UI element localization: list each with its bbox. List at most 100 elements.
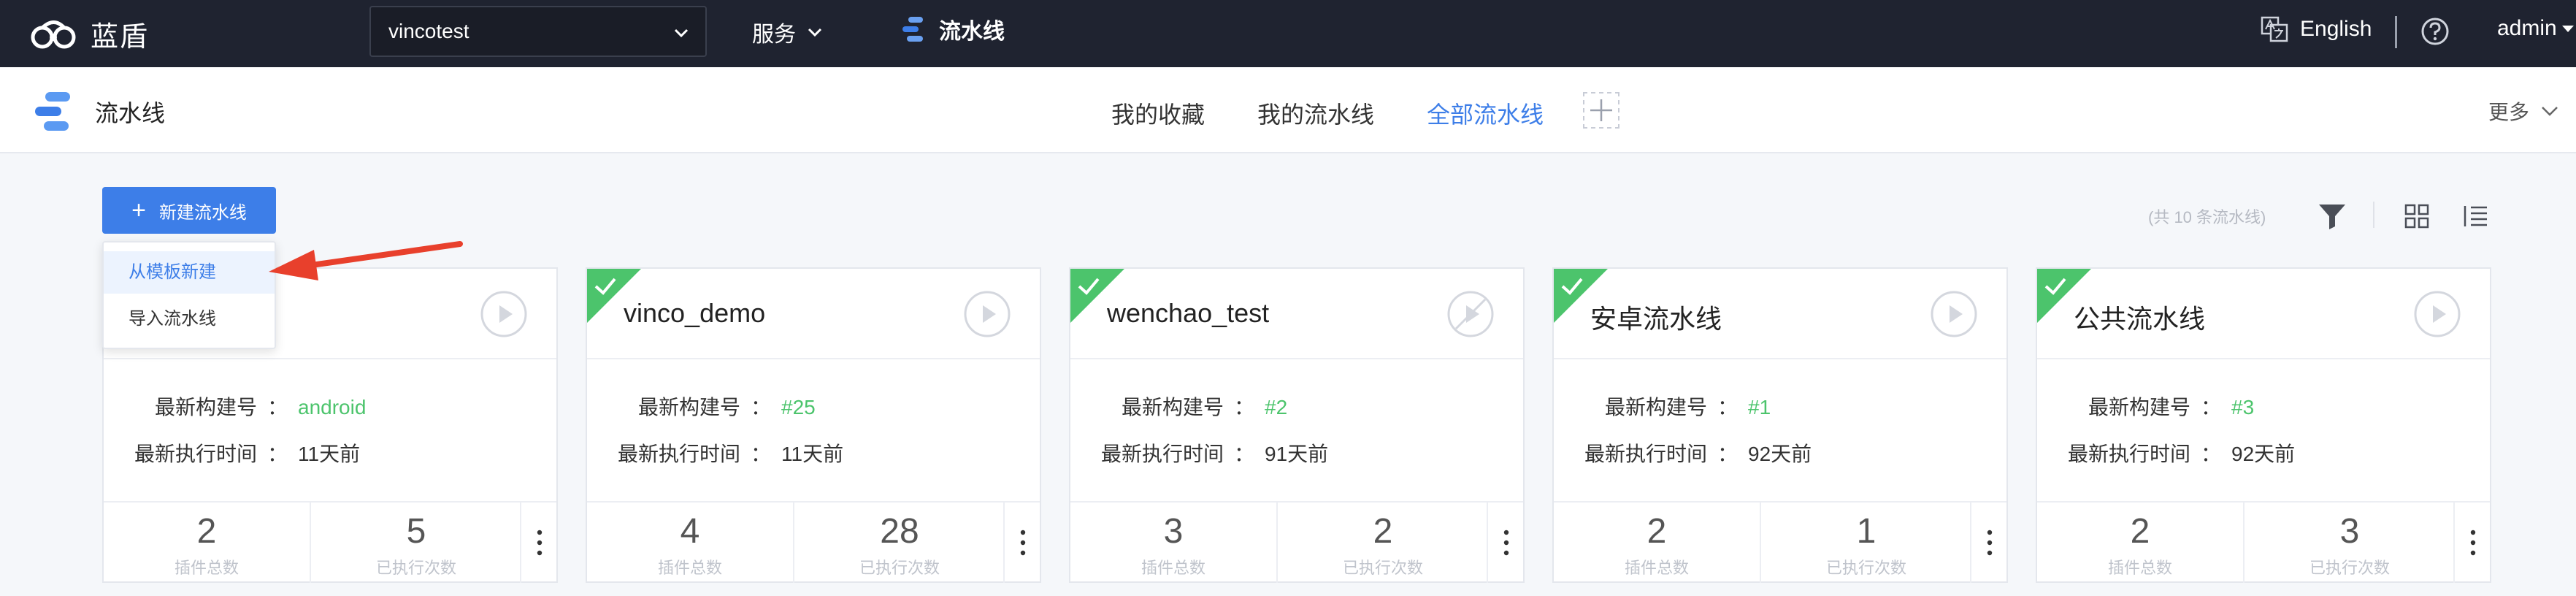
dropdown-item-import[interactable]: 导入流水线 (104, 298, 275, 340)
play-disabled-icon[interactable] (1446, 289, 1495, 339)
pipeline-count: (共 10 条流水线) (2148, 208, 2266, 226)
plugins-stat: 2 插件总数 (104, 503, 311, 583)
card-more-button[interactable] (523, 503, 556, 583)
plugins-stat: 2 插件总数 (2037, 503, 2245, 583)
colon: ： (1717, 396, 1738, 419)
pipeline-card[interactable]: 公共流水线 最新构建号 ： #3 最新执行时间 ： 92天前 2 插件总数 3 已执行次数 (2036, 267, 2491, 583)
play-icon[interactable] (2412, 289, 2462, 339)
card-more-button[interactable] (2456, 503, 2490, 583)
vertical-dots-icon (1987, 530, 1993, 556)
vertical-dots-icon (2470, 530, 2476, 556)
language-switch[interactable]: English (2261, 15, 2372, 44)
colon: ： (267, 443, 288, 465)
cloud-logo-icon (31, 20, 76, 49)
plugins-label: 插件总数 (2107, 559, 2172, 577)
colon: ： (267, 396, 288, 419)
latest-build-value[interactable]: #3 (2231, 396, 2254, 419)
more-label: 更多 (2488, 101, 2530, 123)
plugins-count: 2 (2130, 512, 2150, 551)
nav-services[interactable]: 服务 (752, 16, 824, 48)
annotation-arrow (269, 241, 463, 280)
card-header: 公共流水线 (2037, 269, 2490, 359)
plugins-stat: 4 插件总数 (587, 503, 794, 583)
latest-exec-time-row: 最新执行时间 ： 11天前 (587, 438, 843, 467)
dropdown-item-from-template[interactable]: 从模板新建 (104, 251, 275, 294)
plus-icon (1590, 99, 1612, 121)
executions-count: 2 (1373, 512, 1393, 551)
card-header: wenchao_test (1070, 269, 1523, 359)
latest-build-value[interactable]: android (298, 396, 366, 419)
colon: ： (750, 443, 771, 465)
filter-icon[interactable] (2316, 202, 2348, 231)
play-icon[interactable] (1929, 289, 1979, 339)
card-header: 安卓流水线 (1554, 269, 2006, 359)
nav-pipeline[interactable]: 流水线 (898, 13, 1005, 45)
play-icon[interactable] (962, 289, 1012, 339)
new-pipeline-dropdown: 从模板新建 导入流水线 (102, 241, 276, 349)
pipeline-name[interactable]: 公共流水线 (2074, 298, 2205, 336)
executions-label: 已执行次数 (375, 559, 456, 577)
latest-build-label: 最新构建号 (1604, 396, 1707, 419)
list-view-icon[interactable] (2461, 202, 2490, 231)
pipeline-name[interactable]: 安卓流水线 (1590, 298, 1722, 336)
card-stats: 4 插件总数 28 已执行次数 (587, 501, 1040, 583)
vertical-dots-icon (1503, 530, 1509, 556)
executions-count: 1 (1856, 512, 1877, 551)
executions-label: 已执行次数 (859, 559, 940, 577)
pipeline-name[interactable]: vinco_demo (624, 298, 765, 329)
plugins-label: 插件总数 (657, 559, 722, 577)
executions-stat: 28 已执行次数 (796, 503, 1005, 583)
latest-exec-time-value: 11天前 (781, 443, 844, 465)
more-menu[interactable]: 更多 (2488, 96, 2560, 126)
latest-build-label: 最新构建号 (1121, 396, 1224, 419)
latest-build-value[interactable]: #1 (1748, 396, 1771, 419)
card-stats: 2 插件总数 3 已执行次数 (2037, 501, 2490, 583)
tab-my-pipelines[interactable]: 我的流水线 (1257, 96, 1374, 130)
brand-name: 蓝盾 (91, 21, 150, 53)
card-stats: 3 插件总数 2 已执行次数 (1070, 501, 1523, 583)
pipeline-card[interactable]: wenchao_test 最新构建号 ： #2 最新执行时间 ： 91天前 3 插件总数 2 已执行… (1069, 267, 1525, 583)
plugins-label: 插件总数 (1141, 559, 1205, 577)
add-view-button[interactable] (1583, 92, 1619, 129)
tab-favorites[interactable]: 我的收藏 (1111, 96, 1205, 130)
play-icon[interactable] (479, 289, 529, 339)
plugins-stat: 2 插件总数 (1554, 503, 1761, 583)
card-more-button[interactable] (1973, 503, 2006, 583)
latest-build-value[interactable]: #25 (781, 396, 816, 419)
vertical-dots-icon (537, 530, 543, 556)
pipeline-name[interactable]: wenchao_test (1107, 298, 1269, 329)
plugins-count: 3 (1163, 512, 1184, 551)
top-nav-bar: 蓝盾 vincotest 服务 流水线 English admin (0, 0, 2576, 67)
nav-divider (2395, 16, 2397, 48)
grid-view-icon[interactable] (2402, 202, 2431, 231)
project-select[interactable]: vincotest (369, 6, 707, 57)
user-menu[interactable]: admin (2497, 16, 2576, 41)
card-more-button[interactable] (1490, 503, 1523, 583)
latest-exec-time-value: 92天前 (2231, 443, 2296, 465)
plus-icon: + (131, 196, 146, 224)
sub-header: 流水线 我的收藏 我的流水线 全部流水线 更多 (0, 67, 2576, 153)
latest-exec-time-row: 最新执行时间 ： 92天前 (1554, 438, 1812, 467)
language-label: English (2300, 17, 2372, 41)
pipeline-icon (902, 17, 923, 42)
new-pipeline-label: 新建流水线 (158, 202, 247, 223)
plugins-label: 插件总数 (174, 559, 239, 577)
latest-exec-time-label: 最新执行时间 (1100, 443, 1224, 465)
latest-build-label: 最新构建号 (154, 396, 257, 419)
page-title: 流水线 (29, 88, 165, 136)
card-more-button[interactable] (1006, 503, 1040, 583)
tab-all-pipelines[interactable]: 全部流水线 (1427, 96, 1544, 130)
plugins-count: 2 (196, 512, 217, 551)
chevron-down-icon (2542, 107, 2558, 116)
executions-stat: 2 已执行次数 (1279, 503, 1488, 583)
new-pipeline-button[interactable]: + 新建流水线 (102, 187, 276, 234)
latest-build-value[interactable]: #2 (1265, 396, 1287, 419)
latest-build-row: 最新构建号 ： #25 (587, 391, 816, 421)
vertical-dots-icon (1020, 530, 1026, 556)
pipeline-card[interactable]: 安卓流水线 最新构建号 ： #1 最新执行时间 ： 92天前 2 插件总数 1 已执行次数 (1552, 267, 2008, 583)
pipeline-card[interactable]: vinco_demo 最新构建号 ： #25 最新执行时间 ： 11天前 4 插件总数 28 已执行… (586, 267, 1041, 583)
help-circle-icon[interactable] (2420, 16, 2450, 47)
brand[interactable]: 蓝盾 (28, 10, 149, 57)
latest-exec-time-value: 11天前 (298, 443, 361, 465)
latest-build-label: 最新构建号 (637, 396, 740, 419)
